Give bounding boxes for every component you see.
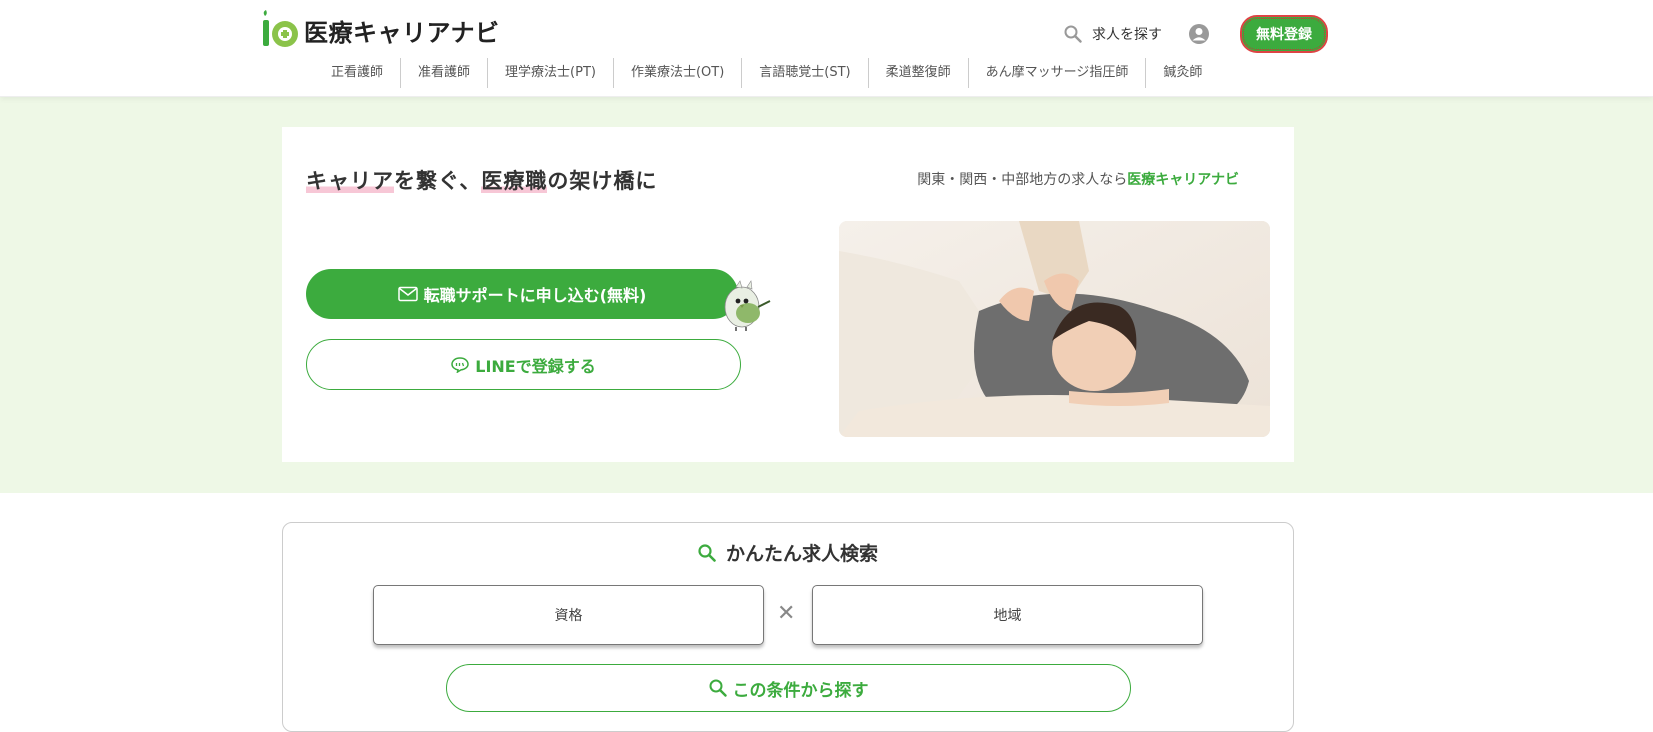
search-by-conditions-button[interactable]: この条件から探す [446,664,1131,712]
bird-mascot-icon [724,280,771,331]
free-register-button[interactable]: 無料登録 [1240,15,1328,53]
tagline-text: を繋ぐ、 [394,169,482,193]
site-header: 医療キャリアナビ 求人を探す 無料登録 正看護師 准看護師 理学療法士(PT) … [0,0,1653,97]
qualification-select[interactable]: 資格 [373,585,764,645]
nav-item-assistant-nurse[interactable]: 准看護師 [401,58,489,88]
job-search-link[interactable]: 求人を探す [1064,24,1162,44]
massage-hero-photo [839,221,1270,437]
area-select[interactable]: 地域 [812,585,1203,645]
times-icon: ✕ [777,601,796,626]
nav-item-acupuncturist[interactable]: 鍼灸師 [1146,58,1219,88]
career-support-label: 転職サポートに申し込む(無料) [423,286,647,305]
nav-item-physical-therapist[interactable]: 理学療法士(PT) [488,58,614,88]
tagline-highlight-medical: 医療職 [481,169,548,193]
logo-icon [263,10,298,47]
qualification-nav: 正看護師 准看護師 理学療法士(PT) 作業療法士(OT) 言語聴覚士(ST) … [314,58,1219,88]
hero-tagline: キャリアを繋ぐ、医療職の架け橋に [306,165,657,195]
subtag-brand: 医療キャリアナビ [1127,172,1239,188]
easy-job-search-panel: かんたん求人検索 資格 ✕ 地域 この条件から探す [282,522,1294,732]
nav-item-occupational-therapist[interactable]: 作業療法士(OT) [614,58,743,88]
line-register-label: LINEで登録する [475,356,596,376]
tagline-text-end: の架け橋に [547,169,658,193]
nav-item-speech-therapist[interactable]: 言語聴覚士(ST) [742,58,869,88]
hero-subtagline: 関東・関西・中部地方の求人なら医療キャリアナビ [917,169,1239,189]
site-logo[interactable]: 医療キャリアナビ [260,10,500,50]
search-icon [709,679,727,697]
account-icon[interactable] [1188,23,1210,45]
hero-card: キャリアを繋ぐ、医療職の架け橋に 関東・関西・中部地方の求人なら医療キャリアナビ… [282,127,1294,462]
line-chat-icon [451,356,470,373]
line-register-button[interactable]: LINEで登録する [306,339,741,390]
search-icon [698,543,716,562]
search-panel-title: かんたん求人検索 [283,539,1293,566]
nav-item-judo-therapist[interactable]: 柔道整復師 [869,58,969,88]
mail-icon [397,286,418,302]
job-search-label: 求人を探す [1092,27,1162,43]
nav-item-massage-therapist[interactable]: あん摩マッサージ指圧師 [969,58,1147,88]
tagline-highlight-career: キャリア [306,169,394,193]
logo-text: 医療キャリアナビ [304,18,500,47]
subtag-prefix: 関東・関西・中部地方の求人なら [917,172,1128,188]
massage-photo-image [839,221,1270,437]
nav-item-registered-nurse[interactable]: 正看護師 [314,58,402,88]
header-utility: 求人を探す 無料登録 [1064,15,1328,53]
search-icon [1064,25,1082,43]
search-panel-title-text: かんたん求人検索 [725,543,878,565]
search-by-conditions-label: この条件から探す [732,680,869,701]
career-support-button[interactable]: 転職サポートに申し込む(無料) [306,269,738,319]
